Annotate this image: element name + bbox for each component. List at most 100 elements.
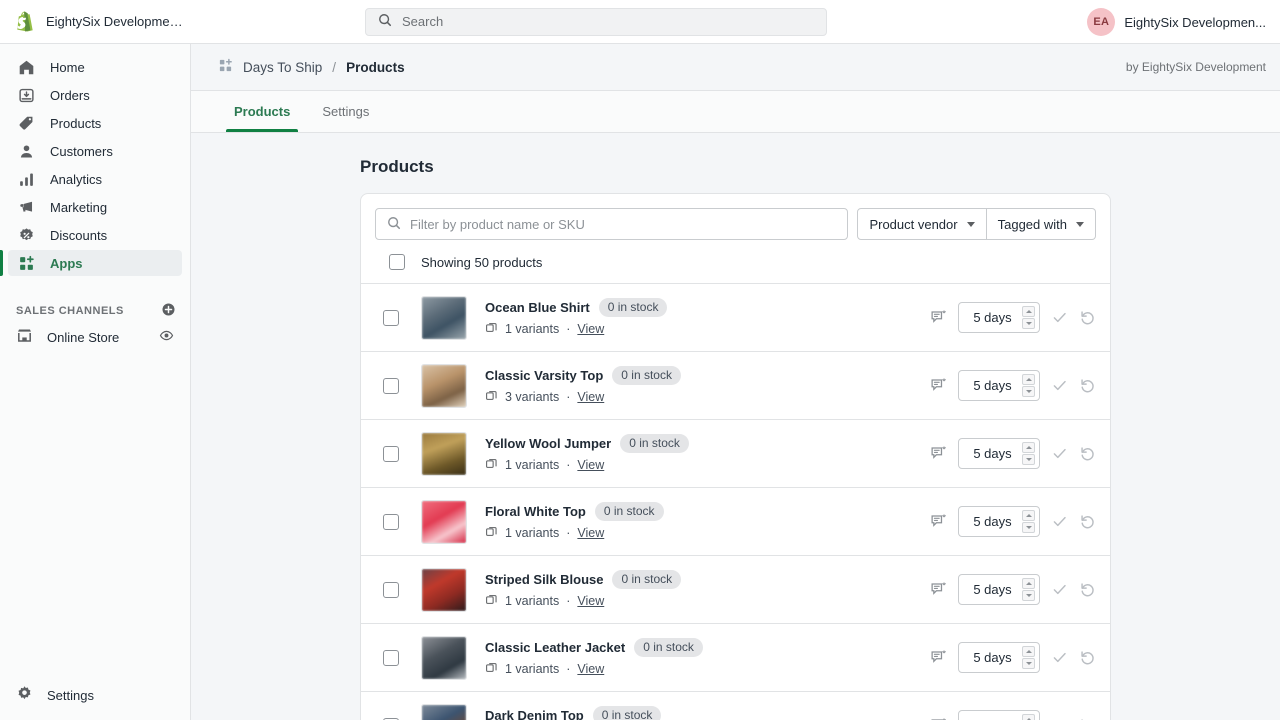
days-stepper[interactable]: 5 days	[958, 302, 1040, 333]
stepper-increment-button[interactable]	[1022, 578, 1035, 589]
note-edit-icon[interactable]	[930, 513, 947, 530]
table-row[interactable]: Yellow Wool Jumper 0 in stock 1 variants…	[361, 419, 1110, 487]
table-row[interactable]: Classic Varsity Top 0 in stock 3 variant…	[361, 351, 1110, 419]
row-checkbox[interactable]	[383, 310, 399, 326]
sidebar-item-discounts[interactable]: Discounts	[8, 222, 182, 248]
product-vendor-dropdown[interactable]: Product vendor	[857, 208, 986, 240]
reset-undo-icon[interactable]	[1079, 513, 1096, 530]
stepper-decrement-button[interactable]	[1022, 658, 1035, 669]
sidebar-item-orders[interactable]: Orders	[8, 82, 182, 108]
sidebar-item-apps[interactable]: Apps	[8, 250, 182, 276]
note-edit-icon[interactable]	[930, 445, 947, 462]
table-row[interactable]: Classic Leather Jacket 0 in stock 1 vari…	[361, 623, 1110, 691]
reset-undo-icon[interactable]	[1079, 445, 1096, 462]
stepper-decrement-button[interactable]	[1022, 454, 1035, 465]
variants-count: 1 variants	[505, 662, 559, 676]
dropdown-label: Tagged with	[998, 217, 1067, 232]
sidebar-item-products[interactable]: Products	[8, 110, 182, 136]
confirm-check-icon[interactable]	[1051, 581, 1068, 598]
product-filter-placeholder: Filter by product name or SKU	[410, 217, 585, 232]
table-row[interactable]: Striped Silk Blouse 0 in stock 1 variant…	[361, 555, 1110, 623]
sidebar-item-label: Discounts	[50, 228, 107, 243]
variants-icon	[485, 321, 498, 337]
view-link[interactable]: View	[577, 594, 604, 608]
note-edit-icon[interactable]	[930, 581, 947, 598]
note-edit-icon[interactable]	[930, 377, 947, 394]
confirm-check-icon[interactable]	[1051, 513, 1068, 530]
product-list: Ocean Blue Shirt 0 in stock 1 variants ·…	[361, 283, 1110, 720]
stepper-decrement-button[interactable]	[1022, 522, 1035, 533]
view-link[interactable]: View	[577, 390, 604, 404]
sidebar-item-settings[interactable]: Settings	[8, 682, 182, 708]
stepper-increment-button[interactable]	[1022, 306, 1035, 317]
sidebar-item-analytics[interactable]: Analytics	[8, 166, 182, 192]
global-search-input[interactable]: Search	[365, 8, 827, 36]
select-all-checkbox[interactable]	[389, 254, 405, 270]
breadcrumb-app-link[interactable]: Days To Ship	[243, 60, 322, 75]
sidebar-item-marketing[interactable]: Marketing	[8, 194, 182, 220]
sidebar-item-online-store[interactable]: Online Store	[8, 324, 182, 350]
days-stepper[interactable]: 5 days	[958, 574, 1040, 605]
account-menu[interactable]: EA EightySix Developmen...	[1087, 8, 1266, 36]
tab-products[interactable]: Products	[218, 91, 306, 132]
reset-undo-icon[interactable]	[1079, 377, 1096, 394]
plus-circle-icon[interactable]	[161, 302, 176, 320]
reset-undo-icon[interactable]	[1079, 581, 1096, 598]
row-checkbox[interactable]	[383, 582, 399, 598]
sidebar-item-customers[interactable]: Customers	[8, 138, 182, 164]
days-stepper[interactable]: 5 days	[958, 506, 1040, 537]
product-info: Classic Leather Jacket 0 in stock 1 vari…	[485, 638, 930, 677]
product-filter-input[interactable]: Filter by product name or SKU	[375, 208, 848, 240]
row-checkbox[interactable]	[383, 446, 399, 462]
note-edit-icon[interactable]	[930, 649, 947, 666]
separator-dot: ·	[566, 594, 570, 608]
days-stepper[interactable]: 5 days	[958, 438, 1040, 469]
separator-dot: ·	[566, 526, 570, 540]
products-card: Filter by product name or SKU Product ve…	[360, 193, 1111, 720]
view-link[interactable]: View	[577, 662, 604, 676]
variants-count: 1 variants	[505, 594, 559, 608]
view-link[interactable]: View	[577, 458, 604, 472]
global-search-placeholder: Search	[402, 14, 443, 29]
stepper-increment-button[interactable]	[1022, 442, 1035, 453]
sidebar-nav: Home Orders Products Customers Analytics	[0, 44, 190, 276]
note-edit-icon[interactable]	[930, 309, 947, 326]
stepper-increment-button[interactable]	[1022, 714, 1035, 720]
row-checkbox[interactable]	[383, 378, 399, 394]
table-row[interactable]: Floral White Top 0 in stock 1 variants ·…	[361, 487, 1110, 555]
stepper-increment-button[interactable]	[1022, 646, 1035, 657]
days-stepper[interactable]: 5 days	[958, 370, 1040, 401]
tab-settings[interactable]: Settings	[306, 91, 385, 132]
days-stepper[interactable]: 5 days	[958, 710, 1040, 720]
orders-icon	[16, 85, 36, 105]
confirm-check-icon[interactable]	[1051, 649, 1068, 666]
shopify-bag-icon	[14, 10, 36, 34]
sidebar-item-home[interactable]: Home	[8, 54, 182, 80]
view-link[interactable]: View	[577, 322, 604, 336]
page-title: Products	[360, 157, 1280, 177]
stepper-decrement-button[interactable]	[1022, 318, 1035, 329]
view-link[interactable]: View	[577, 526, 604, 540]
sidebar-item-label: Marketing	[50, 200, 107, 215]
reset-undo-icon[interactable]	[1079, 649, 1096, 666]
row-controls: 5 days	[930, 506, 1096, 537]
table-row[interactable]: Dark Denim Top 0 in stock 1 variants · V…	[361, 691, 1110, 720]
sidebar: Home Orders Products Customers Analytics	[0, 44, 191, 720]
table-row[interactable]: Ocean Blue Shirt 0 in stock 1 variants ·…	[361, 283, 1110, 351]
brand[interactable]: EightySix Development...	[0, 10, 191, 34]
stepper-increment-button[interactable]	[1022, 510, 1035, 521]
stepper-increment-button[interactable]	[1022, 374, 1035, 385]
confirm-check-icon[interactable]	[1051, 377, 1068, 394]
tagged-with-dropdown[interactable]: Tagged with	[987, 208, 1096, 240]
row-checkbox[interactable]	[383, 650, 399, 666]
confirm-check-icon[interactable]	[1051, 445, 1068, 462]
sales-channels-header: SALES CHANNELS	[0, 298, 190, 324]
row-checkbox[interactable]	[383, 514, 399, 530]
product-name: Striped Silk Blouse	[485, 572, 603, 587]
eye-icon[interactable]	[159, 328, 174, 346]
stepper-decrement-button[interactable]	[1022, 590, 1035, 601]
reset-undo-icon[interactable]	[1079, 309, 1096, 326]
stepper-decrement-button[interactable]	[1022, 386, 1035, 397]
days-stepper[interactable]: 5 days	[958, 642, 1040, 673]
confirm-check-icon[interactable]	[1051, 309, 1068, 326]
